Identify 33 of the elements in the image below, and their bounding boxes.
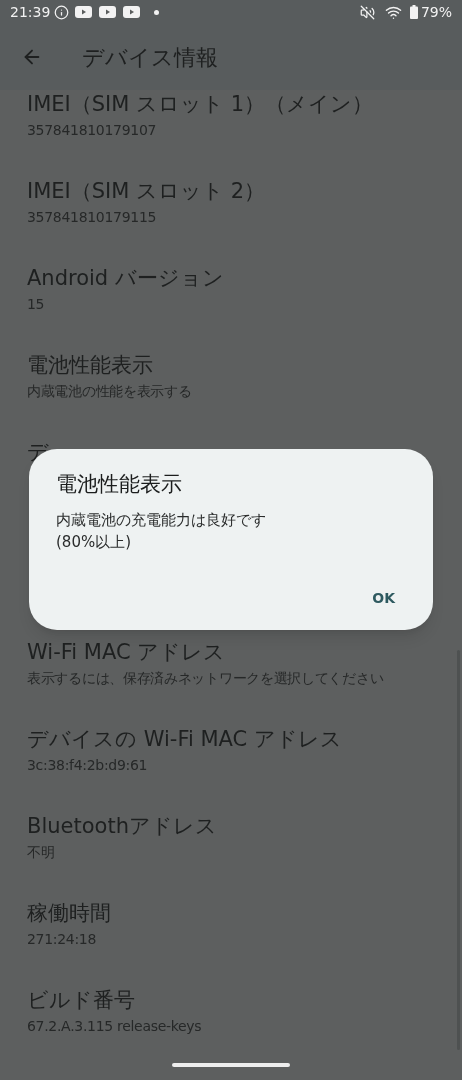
- setting-title: 稼働時間: [27, 900, 111, 927]
- setting-title: Bluetoothアドレス: [27, 813, 217, 840]
- setting-title: IMEI（SIM スロット 2）: [27, 178, 266, 205]
- setting-item[interactable]: IMEI（SIM スロット 1）（メイン） 357841810179107: [27, 90, 462, 177]
- setting-title: IMEI（SIM スロット 1）（メイン）: [27, 91, 374, 118]
- dialog-message: 内蔵電池の充電能力は良好です (80%以上): [56, 510, 267, 553]
- mute-icon: [359, 4, 375, 20]
- setting-value: 357841810179115: [27, 208, 157, 227]
- setting-item[interactable]: デバイスの Wi-Fi MAC アドレス 3c:38:f4:2b:d9:61: [27, 725, 462, 812]
- ok-button[interactable]: OK: [360, 583, 407, 613]
- setting-title: デバイスの Wi-Fi MAC アドレス: [27, 726, 342, 753]
- setting-title: ビルド番号: [27, 987, 135, 1014]
- video-app-icon: [123, 6, 141, 18]
- setting-value: 3c:38:f4:2b:d9:61: [27, 756, 148, 775]
- dot-icon: [154, 9, 160, 15]
- setting-value: 15: [27, 295, 45, 314]
- setting-item[interactable]: Android バージョン 15: [27, 264, 462, 351]
- battery-percent: 79%: [420, 2, 452, 22]
- setting-title: Android バージョン: [27, 265, 224, 292]
- dialog-title: 電池性能表示: [56, 471, 183, 498]
- video-app-icon: [75, 6, 93, 18]
- clock: 21:39: [10, 2, 51, 22]
- setting-item[interactable]: ビルド番号 67.2.A.3.115 release-keys: [27, 986, 462, 1073]
- screen-title: デバイス情報: [82, 43, 218, 72]
- info-icon: [54, 4, 70, 20]
- setting-title: 電池性能表示: [27, 352, 153, 379]
- setting-item[interactable]: IMEI（SIM スロット 2） 357841810179115: [27, 177, 462, 264]
- battery-icon: [409, 5, 418, 19]
- setting-title: デ: [27, 439, 50, 466]
- setting-value: 67.2.A.3.115 release-keys: [27, 1017, 202, 1036]
- setting-title: Wi-Fi MAC アドレス: [27, 639, 226, 666]
- video-app-icon: [99, 6, 117, 18]
- setting-value: 357841810179107: [27, 121, 157, 140]
